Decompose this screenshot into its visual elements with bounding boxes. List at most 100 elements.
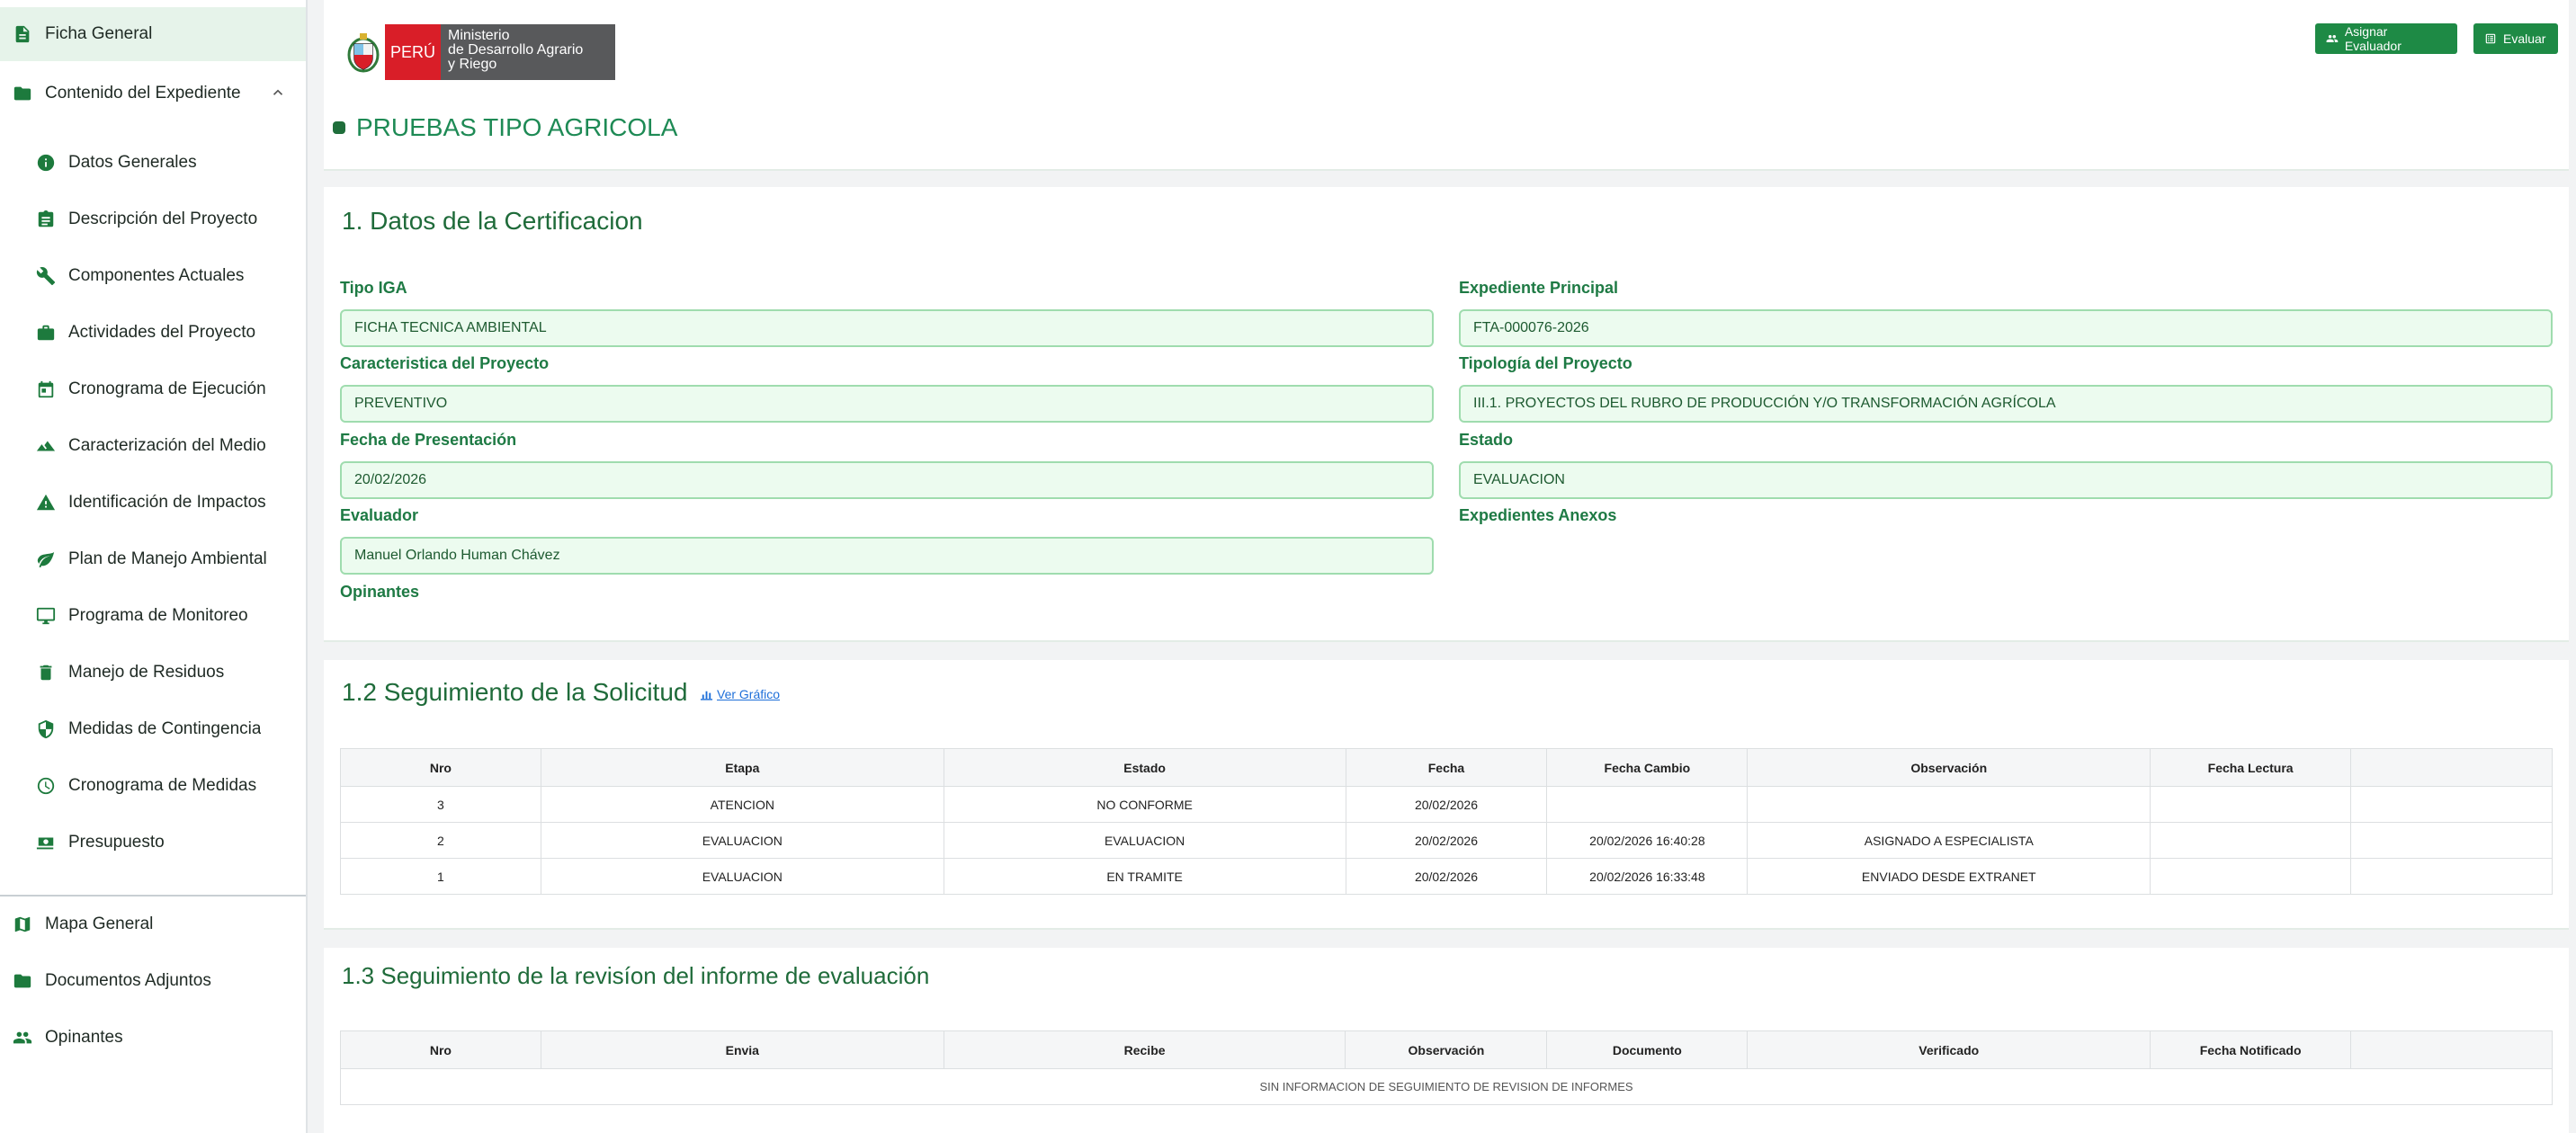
sidebar-item-label: Actividades del Proyecto — [68, 323, 256, 342]
view-chart-link[interactable]: Ver Gráfico — [700, 687, 780, 701]
estado-label: Estado — [1459, 431, 1514, 449]
table-row: 2 EVALUACION EVALUACION 20/02/2026 20/02… — [340, 822, 2553, 859]
sidebar-item-actividades-proyecto[interactable]: Actividades del Proyecto — [0, 306, 306, 360]
sidebar-item-label: Opinantes — [45, 1028, 123, 1047]
project-title: PRUEBAS TIPO AGRICOLA — [333, 113, 677, 142]
column-header — [2350, 1030, 2553, 1069]
expediente-principal-field[interactable]: FTA-000076-2026 — [1459, 309, 2553, 347]
sidebar: Ficha General Contenido del Expediente D… — [0, 0, 308, 1133]
folder-icon — [13, 971, 32, 991]
tipologia-field[interactable]: III.1. PROYECTOS DEL RUBRO DE PRODUCCIÓN… — [1459, 385, 2553, 423]
logo-ministry-name: Ministerio de Desarrollo Agrario y Riego — [441, 24, 615, 80]
sidebar-item-label: Cronograma de Ejecución — [68, 379, 266, 398]
expediente-principal-label: Expediente Principal — [1459, 279, 1619, 297]
table-cell: ATENCION — [540, 786, 944, 823]
sidebar-item-mapa-general[interactable]: Mapa General — [0, 897, 306, 951]
sidebar-item-descripcion-proyecto[interactable]: Descripción del Proyecto — [0, 192, 306, 246]
warning-icon — [36, 493, 56, 513]
money-icon — [36, 833, 56, 852]
table-cell — [2350, 822, 2553, 859]
column-header: Envia — [540, 1030, 944, 1069]
leaf-icon — [36, 549, 56, 569]
header-card: PERÚ Ministerio de Desarrollo Agrario y … — [324, 0, 2569, 171]
evaluador-field[interactable]: Manuel Orlando Human Chávez — [340, 537, 1434, 575]
certification-card: 1. Datos de la Certificacion Tipo IGA FI… — [324, 187, 2569, 642]
table-header-row: Nro Envia Recibe Observación Documento V… — [340, 1030, 2553, 1069]
sidebar-item-contenido-expediente[interactable]: Contenido del Expediente — [0, 67, 306, 120]
column-header: Documento — [1546, 1030, 1749, 1069]
evaluate-label: Evaluar — [2503, 31, 2546, 46]
table-cell: 1 — [340, 858, 541, 895]
tipo-iga-field[interactable]: FICHA TECNICA AMBIENTAL — [340, 309, 1434, 347]
column-header: Observación — [1345, 1030, 1548, 1069]
sidebar-item-label: Descripción del Proyecto — [68, 210, 258, 228]
sidebar-item-manejo-residuos[interactable]: Manejo de Residuos — [0, 646, 306, 700]
sidebar-item-label: Plan de Manejo Ambiental — [68, 549, 267, 568]
tipologia-label: Tipología del Proyecto — [1459, 354, 1632, 372]
trash-icon — [36, 663, 56, 682]
sidebar-item-programa-monitoreo[interactable]: Programa de Monitoreo — [0, 589, 306, 643]
monitor-icon — [36, 606, 56, 626]
assign-evaluator-button[interactable]: Asignar Evaluador — [2315, 23, 2457, 54]
column-header: Fecha Cambio — [1546, 748, 1749, 787]
sidebar-item-opinantes[interactable]: Opinantes — [0, 1011, 306, 1065]
table-row: SIN INFORMACION DE SEGUIMIENTO DE REVISI… — [340, 1068, 2553, 1105]
sidebar-item-presupuesto[interactable]: Presupuesto — [0, 816, 306, 870]
sidebar-divider — [0, 895, 306, 897]
sidebar-item-label: Cronograma de Medidas — [68, 776, 257, 795]
clipboard-icon — [36, 210, 56, 229]
logo-country: PERÚ — [385, 24, 441, 80]
coat-of-arms-icon — [342, 24, 385, 80]
sidebar-item-identificacion-impactos[interactable]: Identificación de Impactos — [0, 476, 306, 530]
sidebar-item-cronograma-ejecucion[interactable]: Cronograma de Ejecución — [0, 362, 306, 416]
sidebar-item-caracterizacion-medio[interactable]: Caracterización del Medio — [0, 419, 306, 473]
title-bullet-icon — [333, 121, 345, 134]
map-icon — [13, 914, 32, 934]
column-header: Fecha — [1345, 748, 1548, 787]
sidebar-item-ficha-general[interactable]: Ficha General — [0, 7, 306, 61]
table-row: 3 ATENCION NO CONFORME 20/02/2026 — [340, 786, 2553, 823]
table-cell: 20/02/2026 — [1345, 822, 1548, 859]
sidebar-item-label: Manejo de Residuos — [68, 663, 225, 682]
column-header: Nro — [340, 1030, 541, 1069]
sidebar-item-label: Datos Generales — [68, 153, 197, 172]
sidebar-item-label: Documentos Adjuntos — [45, 971, 211, 990]
column-header: Nro — [340, 748, 541, 787]
table-cell: NO CONFORME — [943, 786, 1346, 823]
table-row: 1 EVALUACION EN TRAMITE 20/02/2026 20/02… — [340, 858, 2553, 895]
people-icon — [13, 1028, 32, 1048]
sidebar-item-plan-manejo[interactable]: Plan de Manejo Ambiental — [0, 532, 306, 586]
table-cell — [2150, 786, 2352, 823]
table-cell: 20/02/2026 — [1345, 858, 1548, 895]
tipo-iga-label: Tipo IGA — [340, 279, 407, 297]
table-cell — [2150, 822, 2352, 859]
people-icon — [2326, 34, 2339, 43]
table-cell: ASIGNADO A ESPECIALISTA — [1747, 822, 2151, 859]
folder-icon — [13, 84, 32, 103]
sidebar-item-componentes-actuales[interactable]: Componentes Actuales — [0, 249, 306, 303]
ministry-logo: PERÚ Ministerio de Desarrollo Agrario y … — [342, 24, 615, 80]
fecha-presentacion-label: Fecha de Presentación — [340, 431, 517, 449]
review-table: Nro Envia Recibe Observación Documento V… — [340, 1030, 2553, 1105]
sidebar-item-cronograma-medidas[interactable]: Cronograma de Medidas — [0, 759, 306, 813]
logo-line-3: y Riego — [448, 57, 497, 72]
view-chart-label: Ver Gráfico — [717, 687, 781, 701]
table-cell: 20/02/2026 16:40:28 — [1546, 822, 1749, 859]
sidebar-item-datos-generales[interactable]: Datos Generales — [0, 136, 306, 190]
sidebar-item-label: Medidas de Contingencia — [68, 719, 262, 738]
table-cell: ENVIADO DESDE EXTRANET — [1747, 858, 2151, 895]
table-cell — [2150, 858, 2352, 895]
sidebar-item-label: Componentes Actuales — [68, 266, 245, 285]
sidebar-item-medidas-contingencia[interactable]: Medidas de Contingencia — [0, 702, 306, 756]
fecha-presentacion-field[interactable]: 20/02/2026 — [340, 461, 1434, 499]
wrench-icon — [36, 266, 56, 286]
sidebar-item-documentos-adjuntos[interactable]: Documentos Adjuntos — [0, 954, 306, 1008]
tracking-table: Nro Etapa Estado Fecha Fecha Cambio Obse… — [340, 748, 2553, 895]
expedientes-anexos-label: Expedientes Anexos — [1459, 506, 1617, 524]
chevron-up-icon[interactable] — [270, 85, 286, 101]
caracteristica-field[interactable]: PREVENTIVO — [340, 385, 1434, 423]
calendar-icon — [36, 379, 56, 399]
estado-field[interactable]: EVALUACION — [1459, 461, 2553, 499]
evaluate-button[interactable]: Evaluar — [2473, 23, 2558, 54]
project-title-text: PRUEBAS TIPO AGRICOLA — [356, 113, 678, 141]
